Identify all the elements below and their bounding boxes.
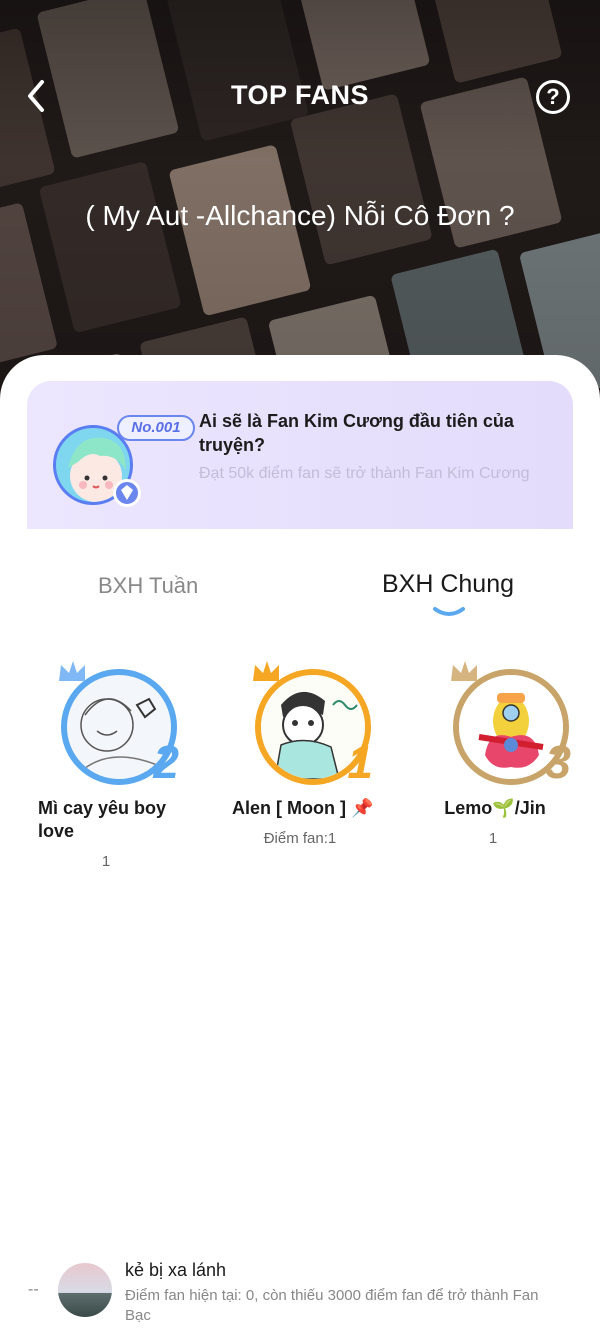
page-title: TOP FANS [230, 80, 370, 110]
rank-number: 2 [153, 736, 179, 788]
story-title: ( My Aut -Allchance) Nỗi Cô Đơn ? [85, 200, 515, 231]
header-banner: TOP FANS ? ( My Aut -Allchance) Nỗi Cô Đ… [0, 0, 600, 400]
fan-score: Điểm fan:1 [263, 830, 337, 847]
tab-overall[interactable]: BXH Chung [382, 570, 514, 599]
fan-score: 1 [101, 853, 111, 870]
content-sheet: No.001 Ai sẽ là Fan Kim Cương đầu tiên c… [0, 355, 600, 1333]
rank-number: 3 [545, 736, 571, 788]
my-rank: -- [28, 1281, 39, 1298]
podium-fan-1[interactable]: 1 Alen [ Moon ] 📌 Điểm fan:1 [232, 657, 392, 847]
crown-icon [253, 661, 279, 681]
podium-fan-3[interactable]: 3 Lemo🌱/Jin 1 [430, 657, 590, 847]
fan-name: Alen [ Moon ] 📌 [232, 798, 374, 818]
rank-number: 1 [347, 736, 373, 788]
fan-avatar: 3 [445, 657, 575, 788]
podium-fan-2[interactable]: 2 Mì cay yêu boy love 1 [38, 657, 198, 870]
fan-name: Mì cay yêu boy love [38, 798, 167, 841]
diamond-fan-promo[interactable]: No.001 Ai sẽ là Fan Kim Cương đầu tiên c… [27, 381, 573, 529]
tab-weekly[interactable]: BXH Tuần [98, 573, 198, 599]
fan-score: 1 [488, 830, 498, 847]
rank-badge: No.001 [117, 415, 195, 441]
fan-name: Lemo🌱/Jin [444, 798, 546, 818]
avatar [58, 1263, 112, 1317]
active-tab-indicator [433, 607, 465, 616]
promo-subtitle: Đạt 50k điểm fan sẽ trở thành Fan Kim Cư… [199, 465, 530, 482]
crown-icon [451, 661, 477, 681]
crown-icon [59, 661, 85, 681]
my-fan-status[interactable]: -- kẻ bị xa lánh Điểm fan hiện tại: 0, c… [0, 1255, 600, 1333]
help-icon[interactable]: ? [536, 80, 570, 114]
promo-title: Ai sẽ là Fan Kim Cương đầu tiên của truy… [199, 411, 514, 455]
fan-avatar: 1 [247, 657, 377, 788]
diamond-icon [113, 479, 141, 507]
my-fan-info: Điểm fan hiện tại: 0, còn thiếu 3000 điể… [125, 1287, 539, 1324]
fan-avatar: 2 [53, 657, 183, 788]
my-name: kẻ bị xa lánh [125, 1260, 227, 1280]
